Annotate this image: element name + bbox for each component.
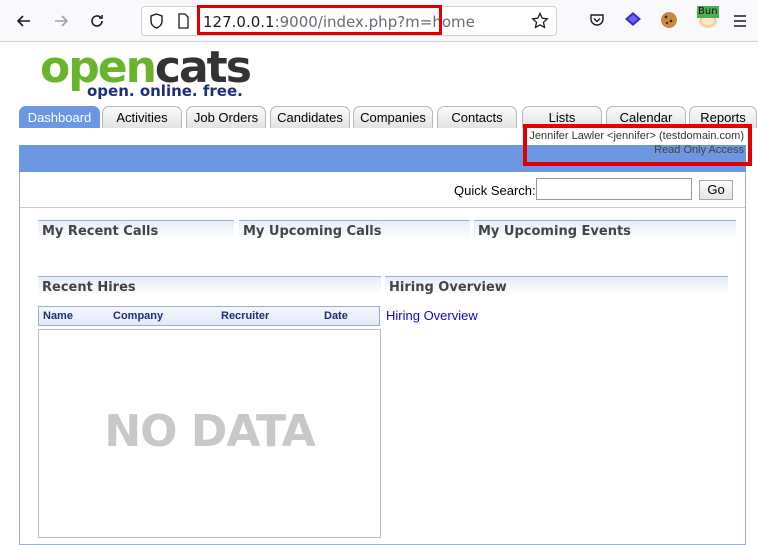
bookmark-star-icon[interactable] <box>531 11 549 34</box>
browser-toolbar: 127.0.0.1:9000/index.php?m=home Bun <box>0 0 758 42</box>
column-company[interactable]: Company <box>113 310 163 322</box>
column-date[interactable]: Date <box>324 310 348 322</box>
tab-dashboard[interactable]: Dashboard <box>19 106 100 128</box>
access-level: Read Only Access <box>654 144 744 156</box>
pocket-icon[interactable] <box>589 12 605 32</box>
forward-arrow-icon[interactable] <box>49 9 73 33</box>
quick-search-input[interactable] <box>536 178 692 200</box>
column-name[interactable]: Name <box>43 310 73 322</box>
hiring-overview-header: Hiring Overview <box>385 276 728 296</box>
recent-hires-table-header: Name Company Recruiter Date <box>38 306 380 326</box>
column-recruiter[interactable]: Recruiter <box>221 310 269 322</box>
cookie-icon[interactable] <box>659 10 679 34</box>
page-icon <box>177 13 190 33</box>
bun-extension-icon[interactable]: Bun <box>697 6 719 28</box>
menu-icon[interactable] <box>733 13 747 32</box>
recent-hires-empty-panel: NO DATA <box>38 329 381 538</box>
recent-hires-header: Recent Hires <box>38 276 381 296</box>
back-arrow-icon[interactable] <box>12 9 36 33</box>
shield-icon[interactable] <box>149 13 164 33</box>
hiring-overview-link[interactable]: Hiring Overview <box>386 308 478 323</box>
my-upcoming-calls-header: My Upcoming Calls <box>239 220 470 240</box>
opencats-logo: opencats open. online. free. <box>40 46 252 101</box>
quick-search-go-button[interactable]: Go <box>699 180 733 200</box>
bun-label: Bun <box>697 6 719 18</box>
tab-job-orders[interactable]: Job Orders <box>186 106 266 128</box>
logo-tagline: open. online. free. <box>87 82 243 100</box>
tab-candidates[interactable]: Candidates <box>270 106 350 128</box>
my-upcoming-events-header: My Upcoming Events <box>474 220 736 240</box>
tab-contacts[interactable]: Contacts <box>437 106 517 128</box>
my-recent-calls-header: My Recent Calls <box>38 220 234 240</box>
tab-companies[interactable]: Companies <box>353 106 433 128</box>
divider <box>20 207 745 208</box>
layers-extension-icon[interactable] <box>624 11 642 33</box>
quick-search-label: Quick Search: <box>454 183 536 198</box>
tab-activities[interactable]: Activities <box>102 106 182 128</box>
current-user: Jennifer Lawler <jennifer> (testdomain.c… <box>529 130 744 142</box>
no-data-text: NO DATA <box>104 406 315 457</box>
reload-icon[interactable] <box>85 9 109 33</box>
url-highlight-box <box>197 5 442 35</box>
